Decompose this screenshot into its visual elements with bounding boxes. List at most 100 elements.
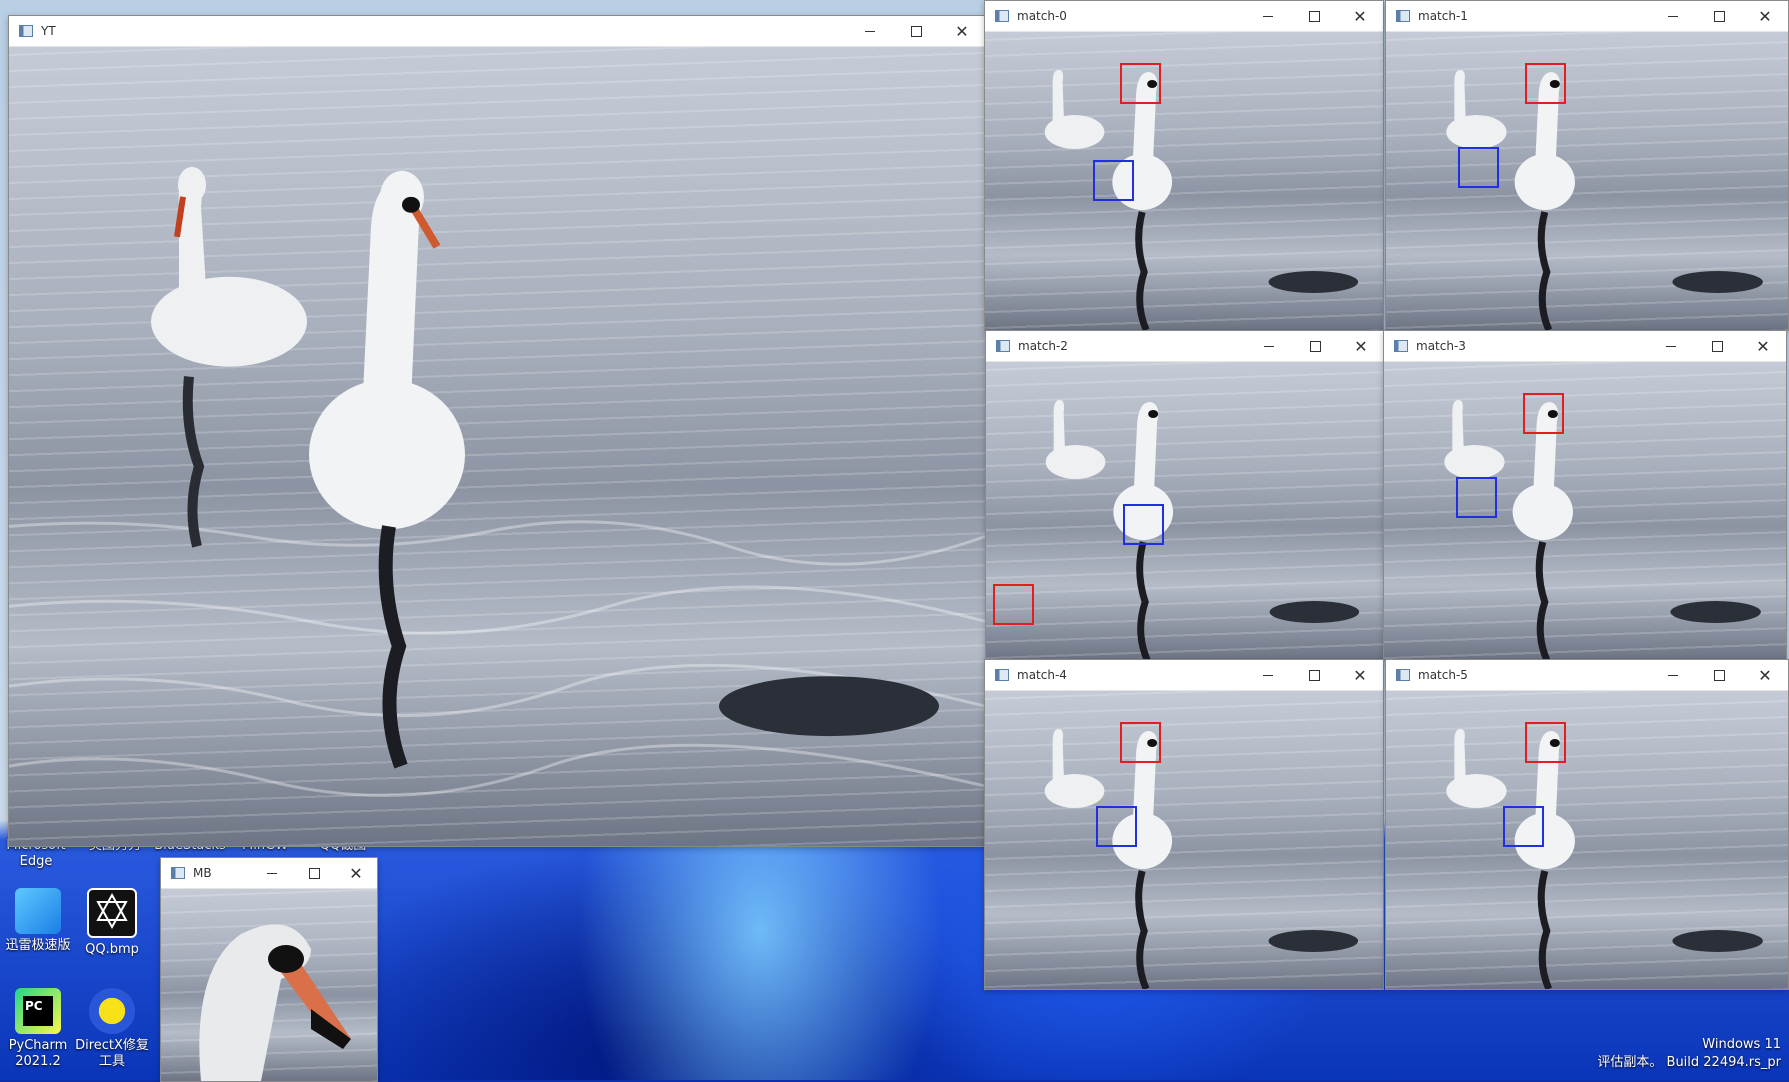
minimize-icon[interactable] xyxy=(1650,660,1696,690)
minimize-icon[interactable] xyxy=(1245,660,1291,690)
close-icon[interactable]: ✕ xyxy=(1337,660,1383,690)
template-swan-head-image xyxy=(161,889,377,1081)
maximize-icon[interactable] xyxy=(1696,660,1742,690)
image-canvas xyxy=(1384,362,1786,660)
minimize-icon[interactable] xyxy=(1648,331,1694,361)
match-swan-image xyxy=(1384,362,1786,660)
window-match-0[interactable]: match-0 ✕ xyxy=(984,0,1384,331)
desktop-icon-xunlei[interactable]: 迅雷极速版 xyxy=(0,888,78,954)
match-box-blue xyxy=(1096,806,1137,847)
close-icon[interactable]: ✕ xyxy=(1337,1,1383,31)
app-icon xyxy=(995,669,1009,681)
match-box-red xyxy=(1120,63,1161,104)
swan-drawing xyxy=(1446,729,1763,989)
watermark-line-2: 评估副本。 Build 22494.rs_pr xyxy=(1597,1055,1781,1070)
image-canvas xyxy=(1386,691,1788,989)
close-icon[interactable]: ✕ xyxy=(1740,331,1786,361)
maximize-icon[interactable] xyxy=(1291,1,1337,31)
window-title: match-5 xyxy=(1418,668,1468,682)
xunlei-icon xyxy=(15,888,61,934)
watermark-line-1: Windows 11 xyxy=(1702,1037,1781,1052)
titlebar[interactable]: YT ✕ xyxy=(9,16,985,47)
match-box-blue xyxy=(1458,147,1499,188)
match-swan-image xyxy=(985,691,1383,989)
maximize-icon[interactable] xyxy=(1292,331,1338,361)
app-icon xyxy=(1394,340,1408,352)
swan-drawing xyxy=(1444,400,1761,660)
windows-watermark: Windows 11 评估副本。 Build 22494.rs_pr xyxy=(1597,1036,1781,1072)
match-swan-image xyxy=(1386,32,1788,330)
window-match-1[interactable]: match-1 ✕ xyxy=(1385,0,1789,331)
window-title: match-2 xyxy=(1018,339,1068,353)
match-box-red xyxy=(1523,393,1564,434)
swan-drawing xyxy=(9,166,985,797)
window-title: match-0 xyxy=(1017,9,1067,23)
titlebar[interactable]: match-3 ✕ xyxy=(1384,331,1786,362)
close-icon[interactable]: ✕ xyxy=(1742,1,1788,31)
window-mb[interactable]: MB ✕ xyxy=(160,857,378,1082)
maximize-icon[interactable] xyxy=(893,16,939,46)
desktop-icon-label: 迅雷极速版 xyxy=(5,938,71,953)
close-icon[interactable]: ✕ xyxy=(1338,331,1384,361)
match-box-red xyxy=(993,584,1034,625)
qq-bmp-icon xyxy=(87,888,137,938)
desktop-icon-pycharm[interactable]: PC PyCharm 2021.2 xyxy=(0,988,78,1070)
window-yt[interactable]: YT ✕ xyxy=(8,15,986,847)
close-icon[interactable]: ✕ xyxy=(1742,660,1788,690)
swan-head-drawing xyxy=(199,924,351,1081)
image-canvas xyxy=(985,691,1383,989)
titlebar[interactable]: match-2 ✕ xyxy=(986,331,1384,362)
swan-drawing xyxy=(1044,729,1359,989)
match-swan-image xyxy=(985,32,1383,330)
match-box-blue xyxy=(1093,160,1134,201)
window-match-5[interactable]: match-5 ✕ xyxy=(1385,659,1789,990)
swan-lake-image xyxy=(9,47,985,846)
titlebar[interactable]: match-5 ✕ xyxy=(1386,660,1788,691)
app-icon xyxy=(1396,10,1410,22)
close-icon[interactable]: ✕ xyxy=(335,858,377,888)
image-canvas xyxy=(1386,32,1788,330)
maximize-icon[interactable] xyxy=(1291,660,1337,690)
image-canvas xyxy=(985,32,1383,330)
desktop-icon-label: DirectX修复工具 xyxy=(75,1038,149,1069)
desktop-icon-label: PyCharm 2021.2 xyxy=(8,1038,68,1069)
window-title: match-4 xyxy=(1017,668,1067,682)
image-canvas xyxy=(986,362,1384,660)
maximize-icon[interactable] xyxy=(1694,331,1740,361)
pycharm-icon: PC xyxy=(15,988,61,1034)
minimize-icon[interactable] xyxy=(1245,1,1291,31)
match-swan-image xyxy=(986,362,1384,660)
directx-repair-icon xyxy=(89,988,135,1034)
close-icon[interactable]: ✕ xyxy=(939,16,985,46)
match-swan-image xyxy=(1386,691,1788,989)
image-canvas xyxy=(9,47,985,846)
minimize-icon[interactable] xyxy=(251,858,293,888)
maximize-icon[interactable] xyxy=(1696,1,1742,31)
match-box-blue xyxy=(1123,504,1164,545)
minimize-icon[interactable] xyxy=(1650,1,1696,31)
app-icon xyxy=(19,25,33,37)
window-match-2[interactable]: match-2 ✕ xyxy=(985,330,1385,661)
window-title: match-3 xyxy=(1416,339,1466,353)
maximize-icon[interactable] xyxy=(293,858,335,888)
match-box-red xyxy=(1120,722,1161,763)
titlebar[interactable]: match-1 ✕ xyxy=(1386,1,1788,32)
app-icon xyxy=(996,340,1010,352)
swan-drawing xyxy=(1446,70,1763,330)
window-title: match-1 xyxy=(1418,9,1468,23)
image-canvas xyxy=(161,889,377,1081)
minimize-icon[interactable] xyxy=(1246,331,1292,361)
window-match-3[interactable]: match-3 ✕ xyxy=(1383,330,1787,661)
window-title: YT xyxy=(41,24,56,38)
desktop-icon-directx-repair[interactable]: DirectX修复工具 xyxy=(72,988,152,1070)
titlebar[interactable]: match-0 ✕ xyxy=(985,1,1383,32)
window-match-4[interactable]: match-4 ✕ xyxy=(984,659,1384,990)
titlebar[interactable]: MB ✕ xyxy=(161,858,377,889)
minimize-icon[interactable] xyxy=(847,16,893,46)
match-box-red xyxy=(1525,63,1566,104)
match-box-blue xyxy=(1503,806,1544,847)
match-box-blue xyxy=(1456,477,1497,518)
window-title: MB xyxy=(193,866,212,880)
desktop-icon-qq-bmp[interactable]: QQ.bmp xyxy=(72,888,152,958)
titlebar[interactable]: match-4 ✕ xyxy=(985,660,1383,691)
